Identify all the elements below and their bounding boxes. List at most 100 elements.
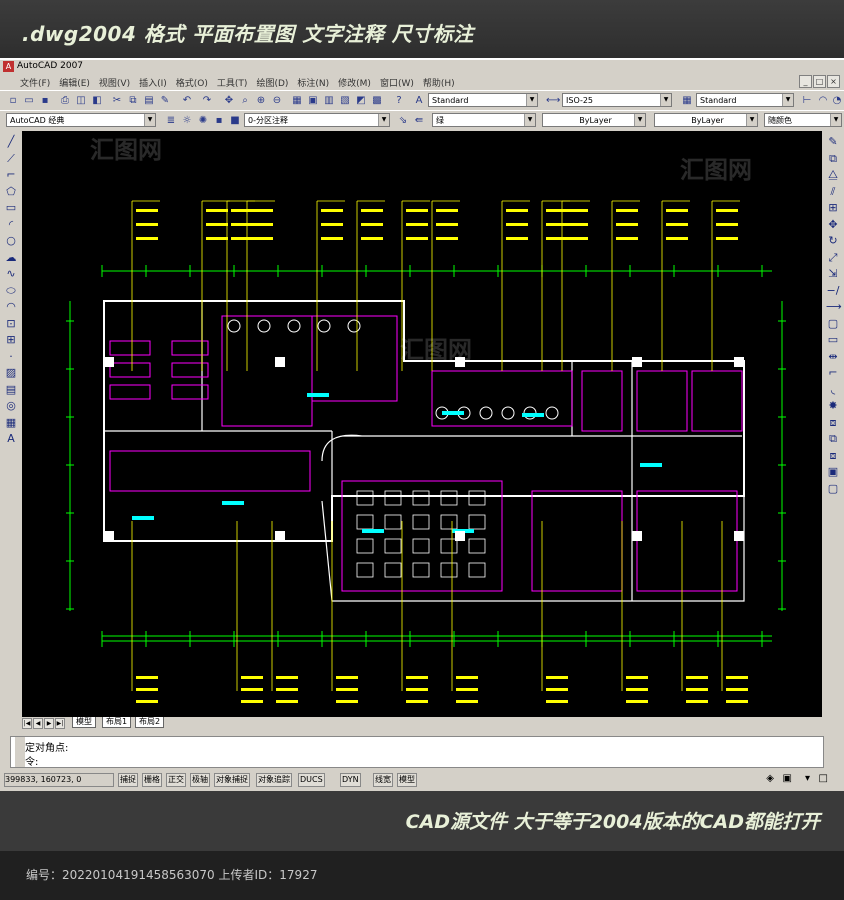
menu-item[interactable]: 文件(F) (20, 79, 50, 89)
insert-block-icon[interactable]: ⊡ (4, 317, 18, 331)
prev-tab-icon[interactable]: ◀ (33, 718, 43, 729)
tool-palettes-icon[interactable]: ▥ (322, 94, 336, 108)
copy-object-icon[interactable]: ⧉ (826, 152, 840, 166)
zoom-previous-icon[interactable]: ⊖ (270, 94, 284, 108)
rectangle-icon[interactable]: ▭ (4, 201, 18, 215)
bring-front-icon[interactable]: ⧉ (826, 432, 840, 446)
copy-icon[interactable]: ⧉ (126, 94, 140, 108)
publish-icon[interactable]: ◧ (90, 94, 104, 108)
join-icon[interactable]: ⇹ (826, 350, 840, 364)
mirror-icon[interactable]: ⧋ (826, 168, 840, 182)
fillet-icon[interactable]: ◟ (826, 383, 840, 397)
dim-style-select[interactable]: ISO-25 (562, 93, 672, 107)
ellipse-arc-icon[interactable]: ◠ (4, 300, 18, 314)
text-style-select[interactable]: Standard (428, 93, 538, 107)
hatch-icon[interactable]: ▨ (4, 366, 18, 380)
below-icon[interactable]: ▢ (826, 482, 840, 496)
mtext-icon[interactable]: A (4, 432, 18, 446)
scale-icon[interactable]: ⤢ (826, 251, 840, 265)
extend-icon[interactable]: ⟶ (826, 300, 842, 314)
sun-icon[interactable]: ✺ (196, 114, 210, 128)
rotate-icon[interactable]: ↻ (826, 234, 840, 248)
open-file-icon[interactable]: ▭ (22, 94, 36, 108)
status-toggle-1[interactable]: 栅格 (142, 773, 162, 787)
above-icon[interactable]: ▣ (826, 465, 840, 479)
last-tab-icon[interactable]: ▶| (55, 718, 65, 729)
break-icon[interactable]: ▭ (826, 333, 840, 347)
match-properties-icon[interactable]: ✎ (158, 94, 172, 108)
status-toggle-9[interactable]: 模型 (397, 773, 417, 787)
arc-icon[interactable]: ◜ (4, 218, 18, 232)
new-file-icon[interactable]: ▫ (6, 94, 20, 108)
region-icon[interactable]: ◎ (4, 399, 18, 413)
paste-icon[interactable]: ▤ (142, 94, 156, 108)
status-toggle-4[interactable]: 对象捕捉 (214, 773, 250, 787)
first-tab-icon[interactable]: |◀ (22, 718, 32, 729)
menu-item[interactable]: 格式(O) (176, 79, 208, 89)
xline-icon[interactable]: ⟋ (4, 152, 18, 166)
calculator-icon[interactable]: ▩ (370, 94, 384, 108)
markup-icon[interactable]: ◩ (354, 94, 368, 108)
zoom-realtime-icon[interactable]: ⌕ (238, 94, 252, 108)
layer-color-icon[interactable]: ■ (228, 114, 242, 128)
ellipse-icon[interactable]: ⬭ (4, 284, 18, 298)
dim-linear-icon[interactable]: ⊢ (800, 94, 814, 108)
sheet-set-icon[interactable]: ▧ (338, 94, 352, 108)
cut-icon[interactable]: ✂ (110, 94, 124, 108)
linetype-select[interactable]: ByLayer (542, 113, 646, 127)
pan-icon[interactable]: ✥ (222, 94, 236, 108)
menu-item[interactable]: 视图(V) (99, 79, 130, 89)
menu-item[interactable]: 编辑(E) (59, 79, 90, 89)
polyline-icon[interactable]: ⌐ (4, 168, 18, 182)
table-style-select[interactable]: Standard (696, 93, 794, 107)
color-select[interactable]: 绿 (432, 113, 536, 127)
menu-item[interactable]: 工具(T) (217, 79, 248, 89)
tab-model[interactable]: 模型 (72, 717, 96, 728)
save-icon[interactable]: ▪ (38, 94, 52, 108)
stretch-icon[interactable]: ⇲ (826, 267, 840, 281)
layer-previous-icon[interactable]: ⇚ (412, 114, 426, 128)
workspace-select[interactable]: AutoCAD 经典 (6, 113, 156, 127)
menu-item[interactable]: 帮助(H) (423, 79, 455, 89)
trim-icon[interactable]: −/ (826, 284, 840, 298)
lock-icon[interactable]: ▪ (212, 114, 226, 128)
print-icon[interactable]: ⎙ (58, 94, 72, 108)
plotstyle-select[interactable]: 随颜色 (764, 113, 842, 127)
array-icon[interactable]: ⊞ (826, 201, 840, 215)
status-toggle-5[interactable]: 对象追踪 (256, 773, 292, 787)
break-point-icon[interactable]: ▢ (826, 317, 840, 331)
bulb-icon[interactable]: ☼ (180, 114, 194, 128)
minimize-icon[interactable]: _ (799, 75, 812, 88)
polygon-icon[interactable]: ⬠ (4, 185, 18, 199)
properties-icon[interactable]: ▦ (290, 94, 304, 108)
explode-icon[interactable]: ✸ (826, 399, 840, 413)
spline-icon[interactable]: ∿ (4, 267, 18, 281)
move-icon[interactable]: ✥ (826, 218, 840, 232)
status-toggle-0[interactable]: 捕捉 (118, 773, 138, 787)
zoom-window-icon[interactable]: ⊕ (254, 94, 268, 108)
next-tab-icon[interactable]: ▶ (44, 718, 54, 729)
comm-center-icon[interactable]: ◈ (766, 773, 774, 784)
status-toggle-2[interactable]: 正交 (166, 773, 186, 787)
menu-item[interactable]: 标注(N) (297, 79, 329, 89)
clean-screen-icon[interactable]: □ (819, 773, 828, 784)
make-current-icon[interactable]: ⇘ (396, 114, 410, 128)
tab-layout1[interactable]: 布局1 (102, 717, 132, 728)
dim-arc-icon[interactable]: ◠ (816, 94, 830, 108)
lineweight-select[interactable]: ByLayer (654, 113, 758, 127)
erase-icon[interactable]: ✎ (826, 135, 840, 149)
preview-icon[interactable]: ◫ (74, 94, 88, 108)
menu-item[interactable]: 插入(I) (139, 79, 167, 89)
menu-item[interactable]: 绘图(D) (256, 79, 288, 89)
chamfer-icon[interactable]: ⌐ (826, 366, 840, 380)
revcloud-icon[interactable]: ☁ (4, 251, 18, 265)
layer-select[interactable]: 0-分区注释 (244, 113, 390, 127)
restore-icon[interactable]: □ (813, 75, 826, 88)
gradient-icon[interactable]: ▤ (4, 383, 18, 397)
menu-item[interactable]: 窗口(W) (380, 79, 414, 89)
make-block-icon[interactable]: ⊞ (4, 333, 18, 347)
redo-icon[interactable]: ↷ (200, 94, 214, 108)
clock-icon[interactable]: ◔ (830, 94, 844, 108)
tray-settings-icon[interactable]: ▾ (805, 773, 810, 784)
layer-manager-icon[interactable]: ≣ (164, 114, 178, 128)
